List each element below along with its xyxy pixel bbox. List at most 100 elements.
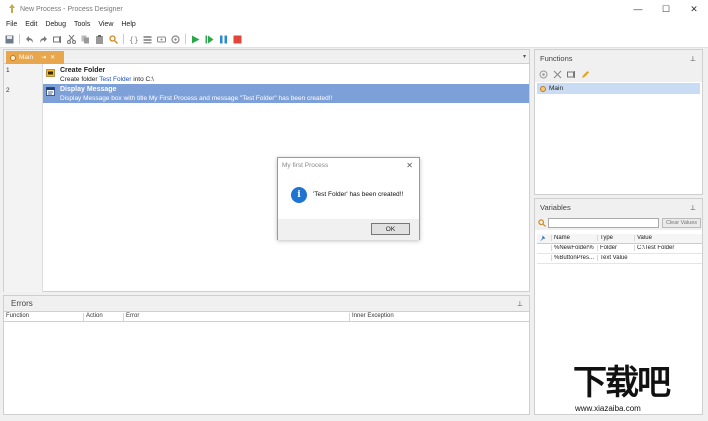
tab-close-icon[interactable]: ✕ [50,54,55,61]
action-create-folder[interactable]: Create Folder Create folder Test Folder … [43,65,529,84]
stop-icon[interactable] [233,35,242,44]
variables-search-row: Clear Values [535,216,702,230]
minimize-button[interactable]: — [624,0,652,18]
message-box-icon [46,87,55,96]
watermark-logo: 下载吧 [573,363,671,403]
dialog-title: My first Process [282,162,329,169]
menu-debug[interactable]: Debug [45,21,66,28]
undo-icon[interactable] [25,35,34,44]
column-type[interactable]: Type [597,235,634,241]
tab-pin-icon[interactable]: ⇥ [41,54,46,61]
column-function[interactable]: Function [4,313,29,322]
step-icon[interactable] [205,35,214,44]
function-icon [10,54,16,61]
toolbar-separator [123,34,124,44]
message-dialog: My first Process ✕ i 'Test Folder' has b… [277,157,420,240]
window-title: New Process - Process Designer [20,5,123,13]
errors-panel: Errors ⊥ Function Action Error Inner Exc… [3,295,530,415]
title-bar: New Process - Process Designer — ☐ ✕ [0,0,708,18]
rename-function-icon[interactable] [567,70,576,79]
variable-type: Folder [597,245,634,251]
cut-icon[interactable] [67,34,76,44]
pin-icon [540,235,546,242]
find-icon[interactable] [109,34,118,44]
variables-title: Variables [540,203,571,212]
column-name[interactable]: Name [551,235,597,241]
variables-table-header: Name Type Value [537,234,702,244]
function-item-main[interactable]: Main [537,83,700,94]
delete-function-icon[interactable] [553,70,562,79]
pin-column-header [537,235,550,244]
comment-icon[interactable] [143,35,152,44]
process-editor: Main ⇥ ✕ ▾ 1 2 Create Folder Create fold… [3,49,530,292]
redo-icon[interactable] [39,35,48,44]
dialog-close-icon[interactable]: ✕ [406,161,413,170]
variable-row[interactable]: %NewFolder% Folder C:\Test Folder [537,244,702,254]
toolbar-separator [185,34,186,44]
functions-panel: Functions ⊥ Main [534,49,703,195]
tab-main-label: Main [19,54,34,61]
line-number: 2 [6,87,10,94]
menu-tools[interactable]: Tools [74,21,90,28]
clear-values-button[interactable]: Clear Values [662,218,701,228]
toolbar: {} [0,31,708,48]
variable-name: %ButtonPres... [551,255,597,261]
close-button[interactable]: ✕ [680,0,708,18]
action-display-message[interactable]: Display Message Display Message box with… [43,84,529,103]
function-icon [540,85,546,92]
ok-button[interactable]: OK [371,223,410,235]
tab-main[interactable]: Main ⇥ ✕ [6,51,64,64]
variables-search-input[interactable] [548,218,659,228]
dialog-footer: OK [278,219,419,240]
pin-icon[interactable]: ⊥ [690,55,696,63]
pin-icon[interactable]: ⊥ [517,300,523,308]
copy-icon[interactable] [81,35,90,44]
variable-type: Text Value [597,255,634,261]
watermark-url: www.xiazaiba.com [575,404,641,413]
run-icon[interactable] [191,35,200,44]
editor-tabstrip: Main ⇥ ✕ ▾ [4,50,529,64]
edit-function-icon[interactable] [581,70,590,79]
column-error[interactable]: Error [123,313,139,322]
menu-help[interactable]: Help [121,21,135,28]
info-icon: i [291,187,307,203]
app-icon [9,4,15,13]
variable-row[interactable]: %ButtonPres... Text Value [537,254,702,264]
errors-grid-header: Function Action Error Inner Exception [4,312,529,322]
column-value[interactable]: Value [634,235,702,241]
variable-name: %NewFolder% [551,245,597,251]
line-gutter: 1 2 [4,64,43,292]
errors-title: Errors [11,299,33,308]
column-action[interactable]: Action [83,313,103,322]
rename-icon[interactable] [53,35,62,44]
save-icon[interactable] [5,35,14,44]
variables-header: Variables ⊥ [535,199,702,216]
functions-title: Functions [540,54,573,63]
menu-bar: File Edit Debug Tools View Help [0,18,708,31]
menu-file[interactable]: File [6,21,17,28]
line-number: 1 [6,67,10,74]
action-description: Display Message box with title My First … [60,95,333,102]
column-inner-exception[interactable]: Inner Exception [349,313,394,322]
pause-icon[interactable] [219,35,228,44]
action-name: Create Folder [60,67,106,74]
paste-icon[interactable] [95,34,104,44]
function-item-label: Main [549,85,564,92]
uncomment-icon[interactable] [157,35,166,44]
braces-icon[interactable]: {} [129,35,138,44]
add-function-icon[interactable] [539,70,548,79]
functions-toolbar [535,67,702,82]
search-icon [538,219,546,227]
settings-icon[interactable] [171,34,180,44]
toolbar-separator [19,34,20,44]
pin-icon[interactable]: ⊥ [690,204,696,212]
folder-icon [46,69,55,77]
functions-header: Functions ⊥ [535,50,702,67]
maximize-button[interactable]: ☐ [652,0,680,18]
window-controls: — ☐ ✕ [624,0,708,18]
tab-dropdown-icon[interactable]: ▾ [523,53,526,60]
menu-view[interactable]: View [98,21,113,28]
watermark: 下载吧 www.xiazaiba.com [573,365,706,419]
menu-edit[interactable]: Edit [25,21,37,28]
dialog-message: 'Test Folder' has been created!! [313,191,404,198]
